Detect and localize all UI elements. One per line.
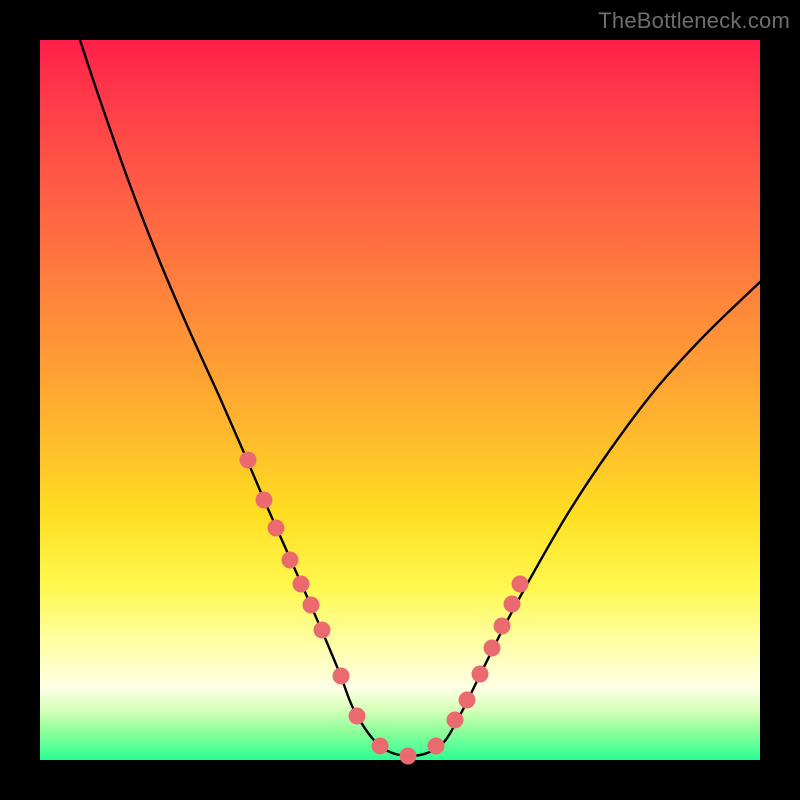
sample-dot [504,596,521,613]
sample-dot [293,576,310,593]
plot-area [40,40,760,760]
sample-dots-group [240,452,529,765]
curve-layer [40,40,760,760]
sample-dot [447,712,464,729]
sample-dot [240,452,257,469]
sample-dot [512,576,529,593]
sample-dot [282,552,299,569]
sample-dot [333,668,350,685]
sample-dot [256,492,273,509]
sample-dot [428,738,445,755]
sample-dot [303,597,320,614]
sample-dot [494,618,511,635]
chart-frame: TheBottleneck.com [0,0,800,800]
sample-dot [400,748,417,765]
sample-dot [459,692,476,709]
watermark-text: TheBottleneck.com [598,8,790,34]
bottleneck-curve [80,40,760,756]
sample-dot [472,666,489,683]
sample-dot [349,708,366,725]
sample-dot [484,640,501,657]
sample-dot [268,520,285,537]
sample-dot [372,738,389,755]
sample-dot [314,622,331,639]
